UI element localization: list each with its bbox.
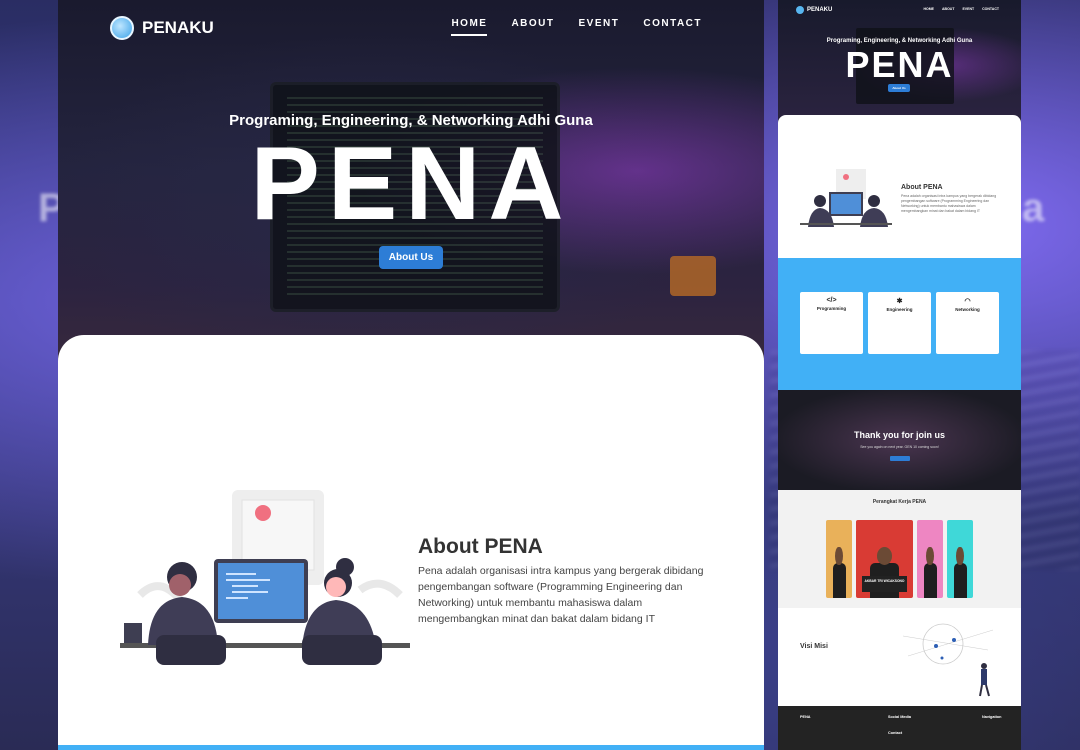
gear-icon: ✱: [896, 298, 903, 305]
preview-service-title: Programming: [816, 306, 847, 311]
preview-join-section: Thank you for join us See you again on n…: [778, 390, 1021, 490]
brand-logo[interactable]: PENAKU: [110, 16, 214, 40]
nav-contact[interactable]: CONTACT: [643, 18, 702, 36]
footer-contact: Contact: [888, 731, 902, 736]
preview-join-title: Thank you for join us: [853, 430, 945, 440]
footer-nav-title: Navigation: [982, 715, 1002, 719]
preview-about-section: About PENA Pena adalah organisasi intra …: [778, 115, 1021, 260]
footer-brand-name: PENA: [800, 715, 811, 719]
preview-nav-links: HOME ABOUT EVENT CONTACT: [924, 7, 999, 11]
preview-about-us-button[interactable]: About Us: [888, 84, 910, 92]
preview-service-card: ✱ Engineering: [868, 292, 931, 354]
nav-about[interactable]: ABOUT: [511, 18, 554, 36]
hero-title: PENA: [250, 126, 572, 242]
footer-social: Social Media: [888, 715, 911, 720]
preview-footer: PENA Social Media Contact Navigation: [778, 706, 1021, 750]
next-section-strip: [58, 745, 764, 750]
preview-join-subtitle: See you again on next year. GEN 10 comin…: [860, 445, 939, 449]
preview-about-title: About PENA: [901, 184, 943, 191]
preview-service-card: </> Programming: [800, 292, 863, 354]
preview-brand-logo[interactable]: PENAKU: [796, 6, 832, 14]
vision-network-illustration: [902, 623, 994, 697]
hero-section: PENAKU HOME ABOUT EVENT CONTACT Programi…: [58, 0, 764, 380]
footer-nav: Navigation: [982, 715, 1001, 720]
wifi-icon: ◠: [964, 298, 971, 305]
preview-join-button[interactable]: [890, 456, 910, 461]
preview-visi-section: Visi Misi: [778, 608, 1021, 706]
footer-brand: PENA: [800, 715, 811, 720]
nav-home[interactable]: HOME: [451, 18, 488, 36]
code-icon: </>: [826, 297, 837, 304]
preview-service-card: ◠ Networking: [936, 292, 999, 354]
preview-about-text: Pena adalah organisasi intra kampus yang…: [901, 194, 997, 213]
team-member-photo: [947, 520, 973, 598]
about-title: About PENA: [418, 535, 543, 558]
preview-team-illustration: [800, 169, 892, 227]
about-text: Pena adalah organisasi intra kampus yang…: [418, 565, 704, 625]
preview-brand-name: PENAKU: [807, 7, 833, 13]
pen-logo-icon: [110, 16, 134, 40]
preview-pen-logo-icon: [796, 6, 804, 14]
backdrop-ghost-letter: a: [1022, 186, 1045, 230]
preview-team-title: Perangkat Kerja PENA: [872, 499, 927, 505]
navbar: PENAKU HOME ABOUT EVENT CONTACT: [58, 0, 764, 56]
full-page-preview: PENAKU HOME ABOUT EVENT CONTACT Programi…: [778, 0, 1021, 750]
footer-contact-title: Contact: [888, 731, 903, 735]
preview-team-section: Perangkat Kerja PENA AKBAR TRI WICAKSONO: [778, 490, 1021, 608]
preview-hero: PENAKU HOME ABOUT EVENT CONTACT Programi…: [778, 0, 1021, 130]
main-page-preview: PENAKU HOME ABOUT EVENT CONTACT Programi…: [58, 0, 764, 750]
preview-nav-about[interactable]: ABOUT: [942, 7, 954, 11]
preview-nav-home[interactable]: HOME: [924, 7, 935, 11]
preview-title: PENA: [845, 44, 954, 85]
team-coding-illustration: [120, 490, 410, 665]
preview-service-title: Engineering: [886, 307, 913, 312]
preview-visi-title: Visi Misi: [800, 643, 828, 650]
brand-name: PENAKU: [142, 18, 214, 37]
preview-nav-contact[interactable]: CONTACT: [982, 7, 999, 11]
nav-links: HOME ABOUT EVENT CONTACT: [451, 18, 702, 36]
nav-event[interactable]: EVENT: [579, 18, 620, 36]
about-us-button[interactable]: About Us: [379, 246, 443, 269]
footer-social-title: Social Media: [888, 715, 912, 719]
team-member-photo: [826, 520, 852, 598]
hero-mug-image: [670, 256, 716, 296]
about-section: About PENA Pena adalah organisasi intra …: [58, 335, 764, 750]
preview-services-section: </> Programming ✱ Engineering ◠ Networki…: [778, 258, 1021, 390]
preview-nav-event[interactable]: EVENT: [962, 7, 974, 11]
team-member-photo: AKBAR TRI WICAKSONO: [856, 520, 913, 598]
team-member-name-tag: AKBAR TRI WICAKSONO: [862, 576, 907, 592]
team-member-photo: [917, 520, 943, 598]
preview-service-title: Networking: [955, 307, 980, 312]
